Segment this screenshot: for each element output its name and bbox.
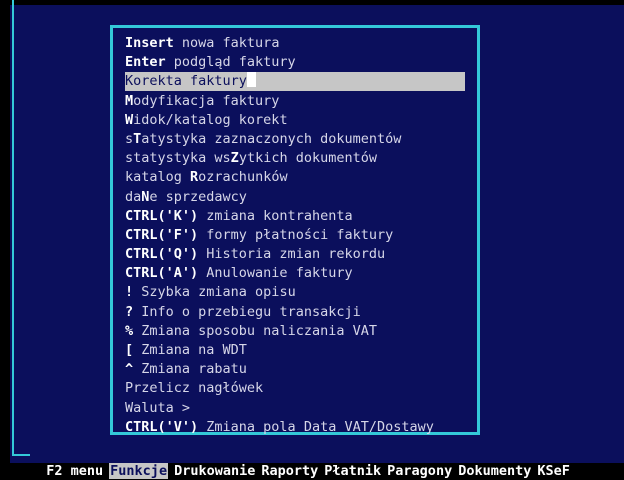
menu-item[interactable]: % Zmiana sposobu naliczania VAT (125, 322, 465, 341)
menu-item-text: katalog (125, 169, 191, 186)
menu-item[interactable]: Insert nowa faktura (125, 34, 465, 53)
menu-item-hotkey: CTRL('K') (125, 207, 199, 224)
bottom-menu-bar: F2 menu Funkcje Drukowanie Raporty Płatnik Pa… (30, 446, 576, 479)
menu-item-text: Waluta > (125, 399, 191, 416)
menu-item[interactable]: Waluta > (125, 399, 465, 418)
menu-item-text: podgląd faktury (165, 54, 296, 71)
menu-item[interactable]: [ Zmiana na WDT (125, 341, 465, 360)
menu-item[interactable]: ? Info o przebiegu transakcji (125, 303, 465, 322)
menu-item[interactable]: sTatystyka zaznaczonych dokumentów (125, 130, 465, 149)
menu-item-hotkey: ? (125, 303, 134, 320)
menubar-item-4[interactable]: Paragony (387, 463, 452, 479)
menu-item[interactable]: Widok/katalog korekt (125, 111, 465, 130)
menu-item[interactable]: statystyka wsZytkich dokumentów (125, 149, 465, 168)
menu-item-text: Anulowanie faktury (198, 265, 353, 282)
menu-item-text: atystyka zaznaczonych dokumentów (141, 130, 402, 147)
menubar-item-0[interactable]: Funkcje (109, 463, 169, 479)
menu-item-hotkey: R (190, 169, 199, 186)
menu-item-text: odyfikacja faktury (133, 92, 280, 109)
menu-item-text: zmiana kontrahenta (198, 207, 353, 224)
menu-item-text: Historia zmian rekordu (198, 246, 386, 263)
menu-item[interactable]: CTRL('V') Zmiana pola Data VAT/Dostawy (125, 418, 465, 437)
menu-item-text: Przelicz nagłówek (125, 380, 264, 397)
menu-item-hotkey: CTRL('Q') (125, 246, 199, 263)
menu-item-text: s (125, 130, 134, 147)
menubar-item-1[interactable]: Drukowanie (174, 463, 255, 479)
menu-item-hotkey: M (125, 92, 134, 109)
text-cursor (246, 72, 256, 88)
menu-item-text: Zmiana rabatu (133, 361, 247, 378)
terminal-top-edge (0, 0, 624, 5)
menubar-item-3[interactable]: Płatnik (324, 463, 381, 479)
menubar-item-2[interactable]: Raporty (261, 463, 318, 479)
menu-item-hotkey: Insert (125, 35, 174, 51)
menubar-item-6[interactable]: KSeF (537, 463, 570, 479)
menu-item[interactable]: Korekta faktury (125, 72, 465, 92)
popup-menu-items: Insert nowa faktura Enter podgląd faktury… (125, 34, 465, 437)
menu-item-text: nowa faktura (173, 35, 280, 51)
menu-item[interactable]: Przelicz nagłówek (125, 379, 465, 398)
menu-item-text: Info o przebiegu transakcji (133, 303, 361, 320)
menu-item-hotkey: Z (230, 150, 239, 167)
menu-item[interactable]: Enter podgląd faktury (125, 53, 465, 72)
menu-item-hotkey: % (125, 322, 134, 339)
menu-item-text: Zmiana sposobu naliczania VAT (133, 322, 377, 339)
menu-item-label: Korekta faktury (125, 72, 465, 92)
menu-item[interactable]: ! Szybka zmiana opisu (125, 283, 465, 302)
menu-item-text: Szybka zmiana opisu (133, 284, 296, 301)
menu-item-hotkey: CTRL('A') (125, 265, 199, 282)
menu-item[interactable]: CTRL('K') zmiana kontrahenta (125, 207, 465, 226)
menu-item[interactable]: katalog Rozrachunków (125, 168, 465, 187)
menu-item-hotkey: ! (125, 284, 134, 301)
menu-item-text: Zmiana pola Data VAT/Dostawy (198, 418, 434, 435)
menu-item-hotkey: CTRL('V') (125, 418, 199, 435)
functions-popup-menu: Insert nowa faktura Enter podgląd faktury… (110, 25, 480, 435)
menu-item[interactable]: daNe sprzedawcy (125, 188, 465, 207)
menu-item-hotkey: Enter (125, 54, 166, 71)
menu-item-text: da (125, 188, 142, 205)
menu-item-text: idok/katalog korekt (133, 111, 288, 128)
terminal-left-edge (0, 0, 10, 463)
menu-item-text: ozrachunków (198, 169, 288, 186)
menu-item-text: formy płatności faktury (198, 226, 394, 243)
menu-item-text: e sprzedawcy (149, 188, 247, 205)
menu-item-text: statystyka ws (125, 150, 231, 167)
menu-item-hotkey: [ (125, 342, 134, 358)
window-left-border (12, 0, 14, 456)
menu-item-text: Zmiana na WDT (133, 342, 247, 358)
menu-item-text: ytkich dokumentów (238, 150, 377, 167)
menu-item[interactable]: CTRL('F') formy płatności faktury (125, 226, 465, 245)
window-bottom-border (12, 454, 30, 456)
menu-item-hotkey: W (125, 111, 134, 128)
menu-item-hotkey: CTRL('F') (125, 226, 199, 243)
menu-item-hotkey: ^ (125, 361, 134, 378)
menu-item[interactable]: Modyfikacja faktury (125, 92, 465, 111)
menu-item[interactable]: CTRL('A') Anulowanie faktury (125, 264, 465, 283)
menu-item[interactable]: CTRL('Q') Historia zmian rekordu (125, 245, 465, 264)
menubar-item-5[interactable]: Dokumenty (458, 463, 531, 479)
menu-item[interactable]: ^ Zmiana rabatu (125, 360, 465, 379)
f2-menu-hint[interactable]: F2 menu (46, 463, 103, 479)
